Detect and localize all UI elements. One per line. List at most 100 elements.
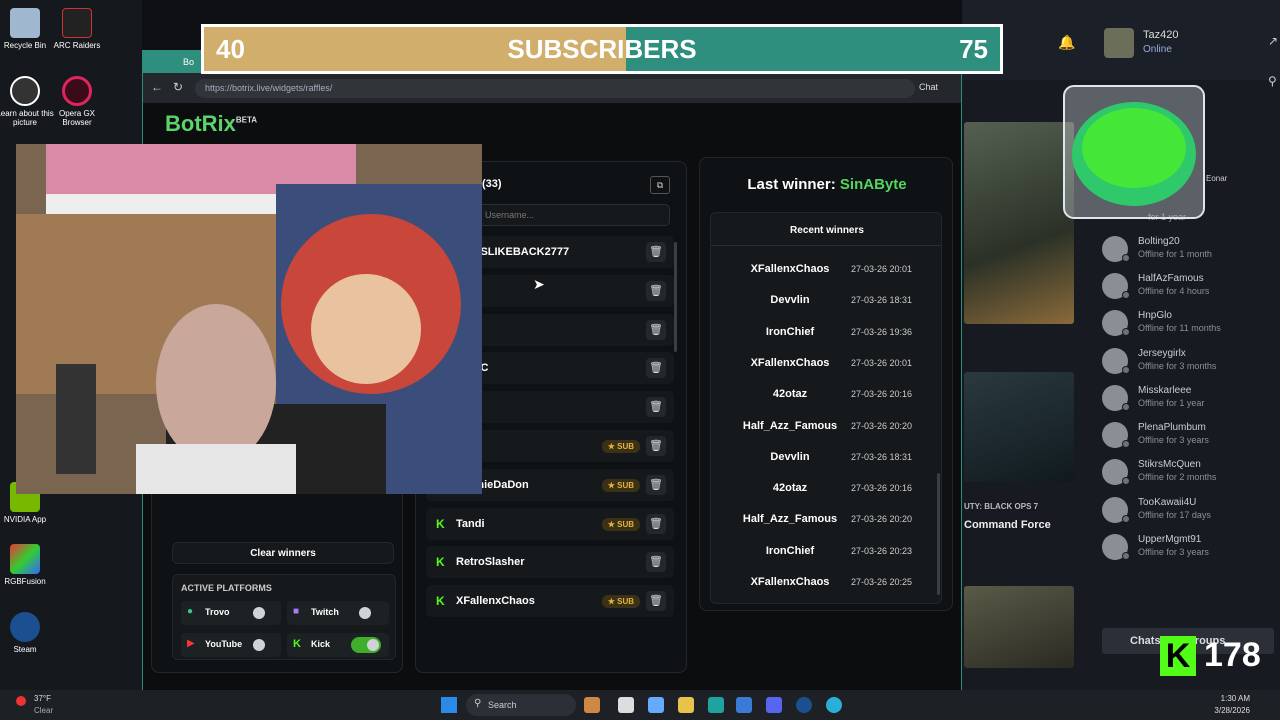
trash-icon[interactable]: 🗑 bbox=[646, 552, 666, 573]
recent-winners-card: Recent winners XFallenxChaos 27-03-26 20:… bbox=[710, 212, 942, 604]
winner-row: Devvlin 27-03-26 18:31 bbox=[725, 286, 937, 315]
friend-row[interactable]: HnpGlo Offline for 11 months bbox=[1102, 308, 1272, 340]
chat-button[interactable]: Chat bbox=[919, 82, 938, 92]
start-icon[interactable] bbox=[441, 697, 457, 713]
kick-follower-count: 178 bbox=[1204, 636, 1261, 674]
trash-icon[interactable]: 🗑 bbox=[646, 591, 666, 612]
winners-scrollbar[interactable] bbox=[937, 473, 940, 595]
user-name[interactable]: Taz420 bbox=[1143, 29, 1178, 41]
entry-row[interactable]: K Tandi ★ SUB 🗑 bbox=[426, 507, 674, 540]
trash-icon[interactable]: 🗑 bbox=[646, 474, 666, 495]
recycle-bin-icon bbox=[10, 8, 40, 38]
winner-name: Half_Azz_Famous bbox=[742, 513, 838, 526]
kick-toggle[interactable] bbox=[351, 637, 381, 653]
platform-trovo[interactable]: ● Trovo bbox=[181, 601, 281, 625]
winner-date: 27-03-26 18:31 bbox=[851, 295, 913, 306]
winner-date: 27-03-26 19:36 bbox=[851, 326, 913, 337]
trovo-toggle[interactable] bbox=[245, 605, 275, 621]
game-art-3[interactable] bbox=[964, 586, 1074, 668]
trash-icon[interactable]: 🗑 bbox=[646, 242, 666, 262]
desktop-icon-rgbfusion[interactable]: RGBFusion bbox=[0, 544, 58, 586]
friend-row[interactable]: UpperMgmt91 Offline for 3 years bbox=[1102, 532, 1272, 564]
search-box[interactable]: ⚲ Search bbox=[466, 694, 576, 716]
winner-date: 27-03-26 20:20 bbox=[851, 514, 913, 525]
winner-date: 27-03-26 20:01 bbox=[851, 357, 913, 368]
learn-picture-icon bbox=[10, 76, 40, 106]
friend-row[interactable]: Bolting20 Offline for 1 month bbox=[1102, 234, 1272, 266]
platform-label: Kick bbox=[311, 639, 331, 649]
notification-bell-icon[interactable]: 🔔 bbox=[1058, 34, 1075, 51]
refresh-icon[interactable]: ↻ bbox=[173, 80, 183, 94]
game-art-1[interactable] bbox=[964, 122, 1074, 324]
entries-scrollbar[interactable] bbox=[674, 242, 677, 352]
winner-date: 27-03-26 20:25 bbox=[851, 577, 913, 587]
steam-taskbar-icon[interactable] bbox=[796, 697, 812, 713]
store-icon[interactable] bbox=[736, 697, 752, 713]
copilot-icon[interactable] bbox=[648, 697, 664, 713]
beta-badge: BETA bbox=[235, 115, 258, 125]
platform-kick[interactable]: K Kick bbox=[287, 633, 389, 657]
trovo-icon: ● bbox=[187, 606, 194, 617]
url-input[interactable]: https://botrix.live/widgets/raffles/ bbox=[195, 79, 915, 98]
arc-raiders-icon bbox=[62, 8, 92, 38]
game-art-2[interactable] bbox=[964, 372, 1074, 482]
friend-name: StikrsMcQuen bbox=[1138, 459, 1201, 470]
winner-row: XFallenxChaos 27-03-26 20:25 bbox=[725, 568, 937, 596]
friend-name: Bolting20 bbox=[1138, 236, 1180, 247]
status-dot bbox=[1122, 366, 1130, 374]
app-taskbar-icon[interactable] bbox=[826, 697, 842, 713]
winner-date: 27-03-26 20:01 bbox=[851, 264, 913, 274]
botrix-logo[interactable]: BotRixBETA bbox=[165, 111, 257, 137]
tab-title[interactable]: Bo bbox=[183, 57, 194, 67]
trash-icon[interactable]: 🗑 bbox=[646, 280, 666, 301]
entry-row[interactable]: K XFallenxChaos ★ SUB 🗑 bbox=[426, 585, 674, 618]
desktop-icon-steam[interactable]: Steam bbox=[0, 612, 58, 654]
trash-icon[interactable]: 🗑 bbox=[646, 513, 666, 534]
platform-youtube[interactable]: ▶ YouTube bbox=[181, 633, 281, 657]
desktop-icon-opera-gx[interactable]: Opera GX Browser bbox=[44, 76, 110, 127]
edge-icon[interactable] bbox=[708, 697, 724, 713]
search-icon[interactable]: ⚲ bbox=[1268, 74, 1277, 88]
task-view-icon[interactable] bbox=[618, 697, 634, 713]
friend-row[interactable]: TooKawaii4U Offline for 17 days bbox=[1102, 495, 1272, 527]
expand-icon[interactable]: ↗ bbox=[1268, 34, 1278, 48]
friend-row[interactable]: HalfAzFamous Offline for 4 hours bbox=[1102, 271, 1272, 303]
desktop-icon-arc-raiders[interactable]: ARC Raiders bbox=[44, 8, 110, 50]
trash-icon[interactable]: 🗑 bbox=[646, 319, 666, 340]
winner-date: 27-03-26 20:16 bbox=[851, 483, 913, 494]
trash-icon[interactable]: 🗑 bbox=[646, 436, 666, 456]
user-avatar[interactable] bbox=[1104, 28, 1134, 58]
sub-badge: ★ SUB bbox=[601, 440, 640, 453]
platform-twitch[interactable]: ■ Twitch bbox=[287, 601, 389, 625]
status-dot bbox=[1122, 291, 1130, 299]
status-dot bbox=[1122, 328, 1130, 336]
youtube-toggle[interactable] bbox=[245, 637, 275, 653]
winner-name: Devvlin bbox=[770, 450, 810, 463]
twitch-toggle[interactable] bbox=[351, 605, 381, 621]
jar-overlay bbox=[1063, 85, 1205, 219]
winner-row: 42otaz 27-03-26 20:16 bbox=[725, 474, 937, 503]
trash-icon[interactable]: 🗑 bbox=[646, 397, 666, 418]
last-winner-heading: Last winner: SinAByte bbox=[700, 176, 954, 193]
entry-row[interactable]: K RetroSlasher 🗑 bbox=[426, 546, 674, 579]
webcam-feed bbox=[16, 144, 482, 494]
friend-name: TooKawaii4U bbox=[1138, 497, 1197, 508]
weather-temp[interactable]: 37°F bbox=[34, 694, 51, 703]
status-dot bbox=[1122, 515, 1130, 523]
file-explorer-icon[interactable] bbox=[678, 697, 694, 713]
trash-icon[interactable]: 🗑 bbox=[646, 358, 666, 379]
discord-icon[interactable] bbox=[766, 697, 782, 713]
winner-row: 42otaz 27-03-26 20:16 bbox=[725, 380, 937, 409]
winner-row: IronChief 27-03-26 20:23 bbox=[725, 536, 937, 565]
winner-date: 27-03-26 20:23 bbox=[851, 545, 913, 556]
friend-row[interactable]: PlenaPlumbum Offline for 3 years bbox=[1102, 420, 1272, 452]
back-icon[interactable]: ← bbox=[151, 80, 163, 94]
taskbar-app-icon[interactable] bbox=[584, 697, 600, 713]
friend-row[interactable]: StikrsMcQuen Offline for 2 months bbox=[1102, 457, 1272, 489]
entry-username: RetroSlasher bbox=[456, 556, 525, 569]
copy-icon[interactable]: ⧉ bbox=[650, 176, 670, 194]
clock-time[interactable]: 1:30 AM bbox=[1194, 694, 1250, 703]
friend-row[interactable]: Misskarleee Offline for 1 year bbox=[1102, 383, 1272, 415]
clear-winners-button[interactable]: Clear winners bbox=[172, 542, 394, 564]
friend-row[interactable]: Jerseygirlx Offline for 3 months bbox=[1102, 346, 1272, 378]
